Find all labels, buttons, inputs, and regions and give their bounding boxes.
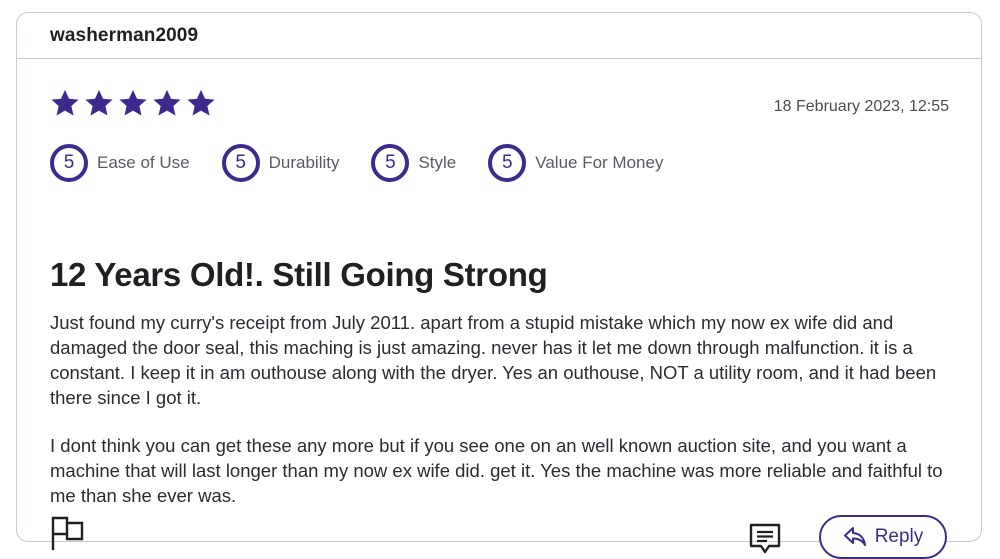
rating-label: Ease of Use [97,153,190,172]
reply-arrow-icon [843,527,866,546]
rating-label: Value For Money [535,153,664,172]
star-rating [50,88,216,118]
rating-ease-of-use: 5 Ease of Use [50,144,190,182]
rating-score: 5 [488,144,527,182]
rating-durability: 5 Durability [221,144,340,182]
reply-button[interactable]: Reply [819,515,947,559]
review-card: washerman2009 18 February 2023, 12:55 5 … [16,12,982,559]
rating-score: 5 [221,144,260,182]
flag-icon[interactable] [50,515,86,551]
review-title: 12 Years Old!. Still Going Strong [50,256,548,293]
star-icon [85,89,113,116]
review-paragraph: Just found my curry's receipt from July … [50,312,937,408]
username: washerman2009 [50,24,199,46]
rating-value-for-money: 5 Value For Money [488,144,663,182]
review-header: washerman2009 [17,13,981,59]
reply-label: Reply [874,526,924,547]
star-icon [51,89,79,116]
sub-ratings: 5 Ease of Use 5 Durability 5 Style 5 Val… [50,144,695,182]
rating-style: 5 Style [371,144,456,182]
rating-label: Durability [268,153,340,172]
review-date: 18 February 2023, 12:55 [773,98,949,115]
star-icon [187,89,215,116]
star-icon [119,89,147,116]
rating-score: 5 [50,144,88,182]
rating-label: Style [418,153,457,172]
comment-icon[interactable] [747,521,783,557]
star-icon [153,89,181,116]
rating-score: 5 [371,144,410,182]
review-paragraph: I dont think you can get these any more … [50,435,943,506]
